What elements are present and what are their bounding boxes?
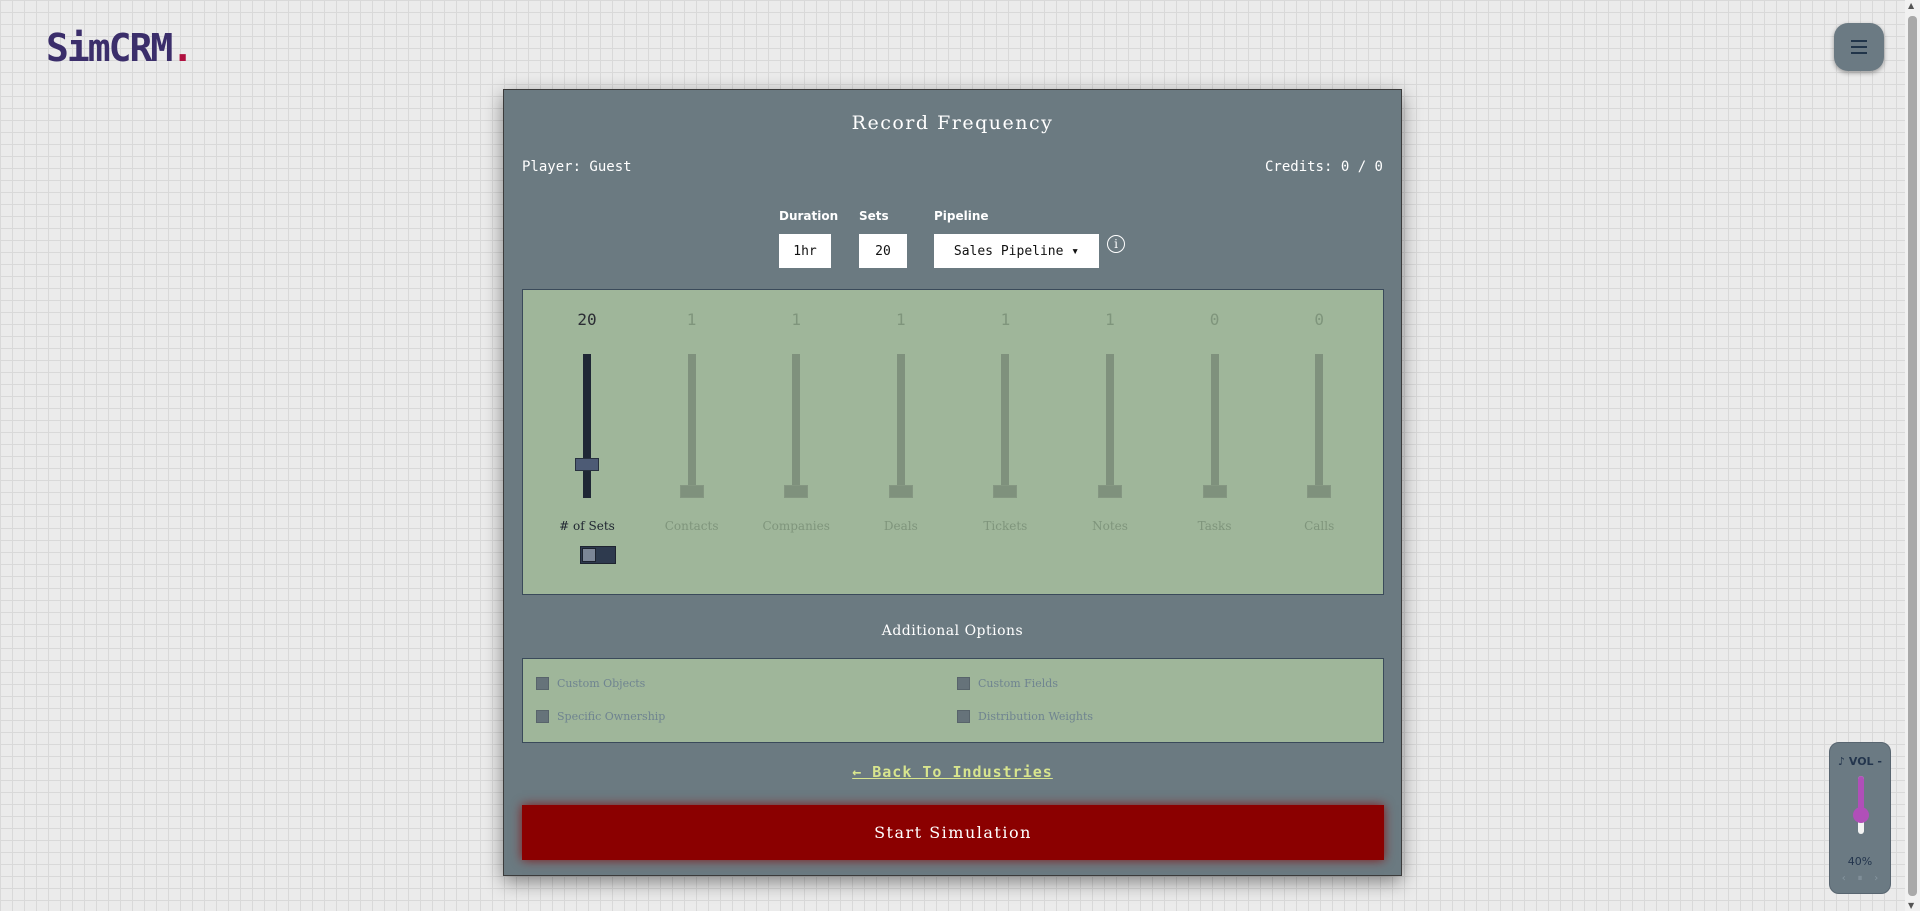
toggle-knob — [582, 548, 596, 562]
slider-thumb[interactable] — [784, 485, 809, 498]
duration-input[interactable]: 1hr — [779, 234, 831, 268]
slider-thumb[interactable] — [1307, 485, 1332, 498]
slider-column: 1 Contacts — [640, 290, 744, 596]
slider-label: # of Sets — [559, 519, 615, 533]
slider-label: Tickets — [983, 519, 1028, 533]
slider-value: 0 — [1314, 310, 1324, 329]
slider-label: Notes — [1092, 519, 1128, 533]
slider-label: Tasks — [1197, 519, 1232, 533]
slider-track[interactable] — [792, 354, 801, 498]
sets-input[interactable]: 20 — [859, 234, 907, 268]
slider-track[interactable] — [896, 354, 905, 498]
previous-track-icon[interactable]: ‹ — [1842, 873, 1846, 884]
volume-widget: ♪ VOL - 40% ‹ ⏸ › — [1829, 742, 1891, 894]
distribution-weights-checkbox[interactable] — [957, 710, 970, 723]
scrollbar-thumb[interactable] — [1908, 16, 1917, 896]
modal-title: Record Frequency — [851, 112, 1054, 134]
distribution-weights-label: Distribution Weights — [978, 710, 1094, 723]
menu-icon-line — [1851, 40, 1867, 42]
record-sliders-panel: 20 # of Sets 1 Contacts 1 Companies 1 Deals 1 Tic… — [522, 289, 1384, 595]
pipeline-select[interactable]: Sales Pipeline ▾ — [934, 234, 1099, 268]
slider-thumb[interactable] — [1202, 485, 1227, 498]
player-name: Player: Guest — [522, 159, 632, 175]
slider-column: 0 Calls — [1267, 290, 1371, 596]
menu-icon-line — [1851, 52, 1867, 54]
slider-track[interactable] — [1001, 354, 1010, 498]
option-custom-objects[interactable]: Custom Objects — [536, 677, 645, 690]
slider-column: 1 Deals — [849, 290, 953, 596]
volume-label: ♪ VOL - — [1838, 755, 1882, 768]
option-custom-fields[interactable]: Custom Fields — [957, 677, 1058, 690]
credits-counter: Credits: 0 / 0 — [1264, 159, 1383, 175]
volume-percent: 40% — [1847, 855, 1873, 868]
volume-knob[interactable] — [1853, 806, 1869, 823]
slider-thumb[interactable] — [993, 485, 1018, 498]
slider-track[interactable] — [687, 354, 696, 498]
menu-icon-line — [1851, 46, 1867, 48]
slider-column: 0 Tasks — [1163, 290, 1267, 596]
slider-track[interactable] — [1210, 354, 1219, 498]
slider-track[interactable] — [583, 354, 591, 498]
slider-track[interactable] — [1315, 354, 1324, 498]
scroll-up-icon[interactable]: ▲ — [1908, 1, 1914, 10]
slider-label: Calls — [1304, 519, 1335, 533]
volume-slider-track[interactable] — [1858, 776, 1864, 834]
additional-options-panel: Custom Objects Custom Fields Specific Ow… — [522, 658, 1384, 743]
info-icon[interactable]: i — [1107, 235, 1125, 253]
sets-toggle-switch[interactable] — [580, 546, 616, 564]
slider-label: Deals — [883, 519, 918, 533]
back-to-industries-link[interactable]: ← Back To Industries — [504, 763, 1401, 781]
slider-thumb[interactable] — [679, 485, 704, 498]
record-frequency-modal: Record Frequency Player: Guest Credits: … — [503, 89, 1402, 876]
slider-thumb[interactable] — [1098, 485, 1122, 498]
slider-column: 1 Notes — [1058, 290, 1162, 596]
page-scrollbar[interactable]: ▲ ▼ — [1905, 0, 1920, 911]
slider-value: 1 — [1105, 310, 1115, 329]
custom-fields-checkbox[interactable] — [957, 677, 970, 690]
slider-column: 20 # of Sets — [535, 290, 639, 596]
pause-icon[interactable]: ⏸ — [1858, 873, 1863, 884]
specific-ownership-checkbox[interactable] — [536, 710, 549, 723]
hamburger-menu-button[interactable] — [1834, 23, 1884, 71]
slider-value: 0 — [1209, 310, 1220, 329]
next-track-icon[interactable]: › — [1874, 873, 1878, 884]
slider-value: 1 — [1000, 310, 1011, 329]
slider-value: 1 — [895, 310, 906, 329]
sets-label: Sets — [859, 209, 889, 223]
slider-thumb[interactable] — [575, 458, 599, 472]
slider-value: 20 — [577, 310, 597, 329]
slider-label: Companies — [762, 519, 830, 533]
option-distribution-weights[interactable]: Distribution Weights — [957, 710, 1093, 723]
slider-value: 1 — [791, 310, 801, 329]
slider-track[interactable] — [1106, 354, 1114, 498]
custom-objects-label: Custom Objects — [557, 677, 646, 690]
custom-fields-label: Custom Fields — [978, 677, 1058, 690]
slider-column: 1 Tickets — [953, 290, 1057, 596]
additional-options-title: Additional Options — [881, 623, 1024, 639]
slider-column: 1 Companies — [744, 290, 848, 596]
custom-objects-checkbox[interactable] — [536, 677, 549, 690]
pipeline-label: Pipeline — [934, 209, 989, 223]
specific-ownership-label: Specific Ownership — [557, 710, 666, 723]
start-simulation-button[interactable]: Start Simulation — [522, 805, 1384, 860]
option-specific-ownership[interactable]: Specific Ownership — [536, 710, 665, 723]
scroll-down-icon[interactable]: ▼ — [1908, 901, 1914, 910]
slider-label: Contacts — [664, 519, 719, 533]
slider-thumb[interactable] — [888, 485, 913, 498]
slider-value: 1 — [686, 310, 697, 329]
app-logo[interactable]: SimCRM. — [46, 26, 194, 70]
duration-label: Duration — [779, 209, 839, 223]
